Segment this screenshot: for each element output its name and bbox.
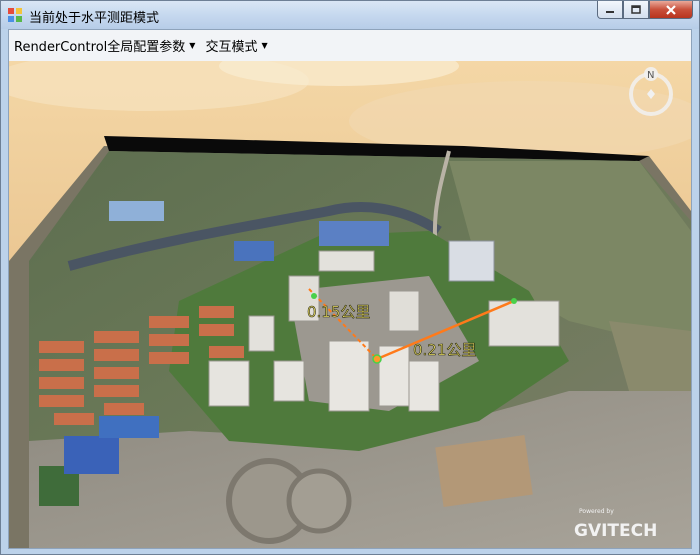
client-area: RenderControl全局配置参数 ▼ 交互模式 ▼ 0.15公里 0.21…: [8, 29, 692, 549]
compass-north-label: N: [647, 70, 654, 81]
app-icon: [8, 8, 22, 22]
measure-point: [372, 354, 382, 364]
measure-point: [511, 298, 517, 304]
close-icon: [666, 4, 676, 15]
maximize-icon: [631, 5, 641, 14]
menu-interaction-mode-label: 交互模式: [205, 40, 258, 55]
title-bar[interactable]: 当前处于水平测距模式: [1, 1, 699, 29]
caption-buttons: [597, 1, 693, 20]
3d-render-viewport[interactable]: 0.15公里 0.21公里 N Powered by GVITECH: [9, 61, 691, 548]
dropdown-arrow-icon: ▼: [261, 41, 268, 50]
window-title: 当前处于水平测距模式: [29, 11, 160, 26]
minimize-button[interactable]: [597, 1, 623, 19]
menu-render-control[interactable]: RenderControl全局配置参数 ▼: [9, 35, 200, 57]
watermark-small: Powered by: [579, 508, 614, 515]
watermark-brand: GVITECH: [574, 521, 657, 541]
measure-point: [311, 293, 317, 299]
dropdown-arrow-icon: ▼: [189, 41, 196, 50]
stadium: [286, 468, 352, 534]
maximize-button[interactable]: [623, 1, 649, 19]
menu-render-control-label: RenderControl全局配置参数: [14, 40, 186, 55]
menu-bar: RenderControl全局配置参数 ▼ 交互模式 ▼: [9, 30, 691, 62]
menu-interaction-mode[interactable]: 交互模式 ▼: [200, 35, 272, 57]
app-window: 当前处于水平测距模式 RenderControl全局配置参数 ▼ 交互模式 ▼: [0, 0, 700, 555]
measurement-label: 0.15公里: [307, 303, 370, 321]
field-court: [435, 435, 533, 507]
measurement-label: 0.21公里: [413, 341, 476, 359]
minimize-icon: [606, 10, 614, 13]
scene-canvas[interactable]: 0.15公里 0.21公里 N Powered by GVITECH: [9, 61, 691, 548]
close-button[interactable]: [649, 1, 693, 19]
